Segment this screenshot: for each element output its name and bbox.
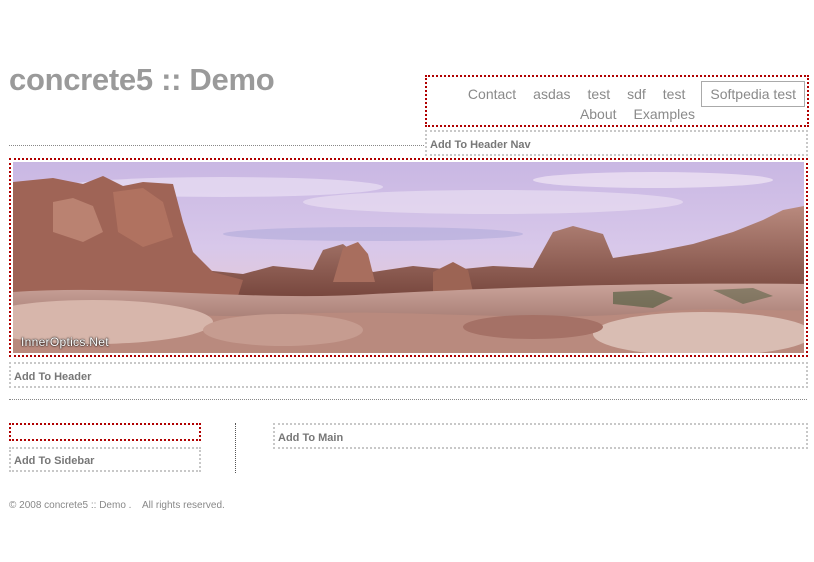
nav-link-test-2[interactable]: test	[663, 84, 686, 104]
add-to-header[interactable]: Add To Header	[9, 362, 808, 388]
header-image: InnerOptics.Net	[13, 162, 804, 353]
nav-link-contact[interactable]: Contact	[468, 84, 516, 104]
site-title[interactable]: concrete5 :: Demo	[9, 62, 275, 98]
header-nav-block[interactable]: Contact asdas test sdf test Softpedia te…	[425, 75, 809, 127]
add-to-main[interactable]: Add To Main	[273, 423, 808, 449]
nav-row-secondary: About Examples	[563, 104, 695, 124]
add-to-header-nav[interactable]: Add To Header Nav	[425, 130, 808, 156]
canyon-landscape-image	[13, 162, 804, 353]
nav-link-asdas[interactable]: asdas	[533, 84, 570, 104]
content-divider	[9, 399, 807, 400]
column-separator	[235, 423, 236, 473]
footer-copyright: © 2008 concrete5 :: Demo . All rights re…	[9, 500, 225, 511]
nav-link-about[interactable]: About	[580, 104, 617, 124]
header-image-block[interactable]: InnerOptics.Net	[9, 158, 808, 357]
nav-link-softpedia-test[interactable]: Softpedia test	[701, 81, 805, 107]
nav-link-examples[interactable]: Examples	[634, 104, 695, 124]
add-to-sidebar[interactable]: Add To Sidebar	[9, 447, 201, 472]
header-divider	[9, 145, 424, 146]
sidebar-block[interactable]	[9, 423, 201, 441]
nav-link-sdf[interactable]: sdf	[627, 84, 646, 104]
nav-link-test[interactable]: test	[588, 84, 611, 104]
image-watermark: InnerOptics.Net	[21, 335, 109, 349]
